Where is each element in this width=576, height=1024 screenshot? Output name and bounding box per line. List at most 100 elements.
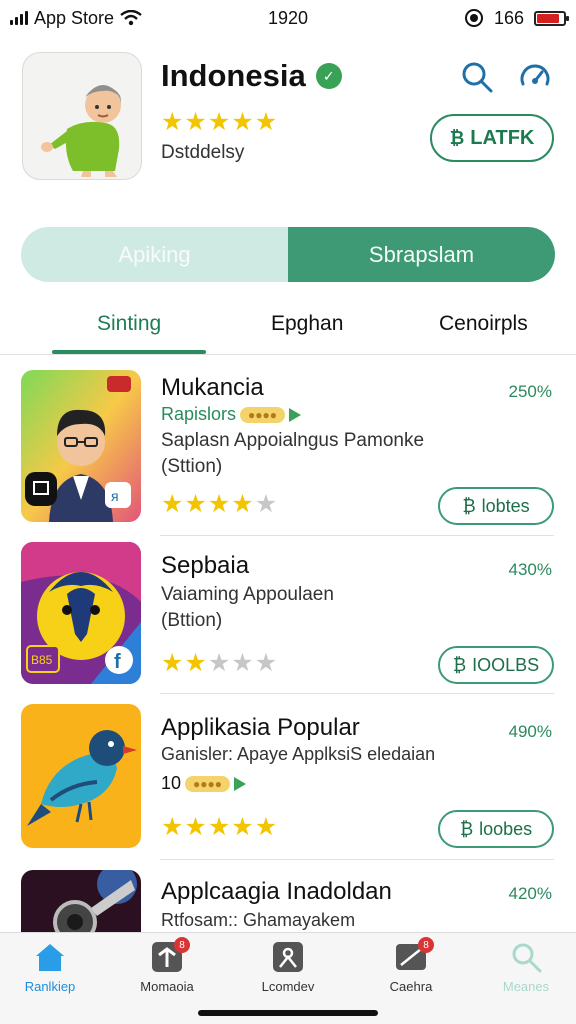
svg-text:f: f xyxy=(114,651,121,673)
businessman-illustration: ᴙ xyxy=(21,370,141,522)
item-percent: 250% xyxy=(508,382,552,401)
item-note: (Sttion) xyxy=(161,456,223,477)
star-icon: ★ xyxy=(254,649,278,677)
item-get-button[interactable]: ₿ lobtes xyxy=(438,487,554,525)
verified-icon: ✓ xyxy=(315,63,342,89)
star-icon: ★ xyxy=(184,108,207,136)
tab-bar-top: Sinting Epghan Cenoirpls xyxy=(0,300,576,355)
star-icon: ★ xyxy=(231,108,254,136)
item-thumbnail: ᴙ xyxy=(21,370,141,522)
status-right: 166 xyxy=(464,7,569,29)
segment-first[interactable]: Apiking xyxy=(21,227,288,282)
app-icon[interactable] xyxy=(22,52,142,180)
item-rating: ★ ★ ★ ★ ★ xyxy=(161,815,277,840)
star-icon: ★ xyxy=(184,813,207,841)
apps-icon: 8 xyxy=(150,937,190,973)
item-percent: 430% xyxy=(508,560,552,579)
star-icon: ★ xyxy=(161,490,184,518)
item-note: (Bttion) xyxy=(161,610,223,631)
tab-cenoirpls[interactable]: Cenoirpls xyxy=(439,312,528,336)
camera-illustration xyxy=(21,870,141,932)
svg-text:B85: B85 xyxy=(31,653,53,667)
get-button[interactable]: ₿ LATFK xyxy=(430,114,554,162)
signal-icon xyxy=(10,11,28,25)
list-item[interactable]: Applcaagia Inadoldan 420% Rtfosam:: Gham… xyxy=(0,860,576,932)
tabbar-item-search[interactable]: Meanes xyxy=(476,941,576,994)
item-rating: ★ ★ ★ ★ ★ xyxy=(161,651,277,676)
download-icon: ₿ xyxy=(449,127,465,148)
get-button-label: LATFK xyxy=(470,126,535,149)
item-thumbnail xyxy=(21,704,141,848)
item-tagline-text: Rapislors xyxy=(161,404,237,424)
app-header: Indonesia ✓ ★ ★ ★ ★ ★ Dstddelsy ₿ LATFK xyxy=(22,52,554,182)
gauge-icon[interactable] xyxy=(518,60,552,94)
notification-badge: 8 xyxy=(174,937,190,953)
notification-badge: 8 xyxy=(418,937,434,953)
search-icon[interactable] xyxy=(460,60,494,94)
arrow-icon xyxy=(234,776,247,791)
item-tagline: Rapislors ●●●● xyxy=(161,404,302,425)
star-icon: ★ xyxy=(207,813,231,841)
item-get-button[interactable]: ₿ loobes xyxy=(438,810,554,848)
list-item[interactable]: B85 f Sepbaia 430% Vaiaming Appoulaen (B… xyxy=(0,536,576,694)
item-description: Saplasn Appoialngus Pamonke xyxy=(161,430,425,451)
star-icon: ★ xyxy=(184,490,207,518)
star-icon: ★ xyxy=(207,108,231,136)
games-icon xyxy=(271,941,305,973)
promo-pill: ●●●● xyxy=(240,406,286,423)
tabbar-item-apps[interactable]: 8 Momaoia xyxy=(117,937,217,994)
item-thumbnail xyxy=(21,870,141,932)
home-icon xyxy=(33,941,67,973)
list-item[interactable]: ᴙ Mukancia 250% Rapislors ●●●● Saplasn A… xyxy=(0,368,576,536)
star-icon: ★ xyxy=(184,649,207,677)
list-item[interactable]: Applikasia Popular 490% Ganisler: Apaye … xyxy=(0,694,576,860)
star-icon: ★ xyxy=(231,649,254,677)
star-icon: ★ xyxy=(254,813,278,841)
tab-sinting[interactable]: Sinting xyxy=(97,312,161,336)
item-get-button[interactable]: ₿ IOOLBS xyxy=(438,646,554,684)
item-description: Rtfosam:: Ghamayakem xyxy=(161,910,356,930)
app-rating: ★ ★ ★ ★ ★ xyxy=(161,110,277,135)
download-icon: ₿ xyxy=(459,818,474,839)
segment-second[interactable]: Sbrapslam xyxy=(288,227,555,282)
item-thumbnail: B85 f xyxy=(21,542,141,684)
app-subtitle: Dstddelsy xyxy=(161,142,245,163)
item-button-label: loobes xyxy=(479,818,533,839)
star-icon: ★ xyxy=(231,813,254,841)
item-title: Applcaagia Inadoldan xyxy=(161,878,392,905)
tabbar-label: Caehra xyxy=(389,979,433,994)
battery-percent: 166 xyxy=(493,7,524,28)
svg-text:ᴙ: ᴙ xyxy=(111,488,119,504)
grandma-illustration xyxy=(41,85,121,177)
tab-epghan[interactable]: Epghan xyxy=(271,312,343,336)
download-icon: ₿ xyxy=(462,495,476,516)
tabbar-label: Ranlkiep xyxy=(24,979,76,994)
item-tagline: 10 ●●●● xyxy=(161,773,247,794)
tabbar-label: Lcomdev xyxy=(261,979,315,994)
tabbar-item-updates[interactable]: 8 Caehra xyxy=(361,937,461,994)
segmented-control: Apiking Sbrapslam xyxy=(21,227,555,282)
bluebird-illustration xyxy=(21,704,141,848)
promo-pill: ●●●● xyxy=(185,775,231,792)
updates-icon: 8 xyxy=(394,937,434,973)
home-indicator xyxy=(198,1010,378,1016)
carrier-label: App Store xyxy=(34,7,115,28)
tabbar-item-ranking[interactable]: Ranlkiep xyxy=(0,941,100,994)
star-icon: ★ xyxy=(161,649,184,677)
app-title-row: Indonesia ✓ xyxy=(161,58,342,94)
star-icon: ★ xyxy=(254,490,278,518)
item-tagline-text: 10 xyxy=(161,773,182,793)
wifi-icon xyxy=(120,10,142,26)
item-description: Vaiaming Appoulaen xyxy=(161,584,334,605)
tabbar-label: Momaoia xyxy=(140,979,194,994)
tabbar-item-games[interactable]: Lcomdev xyxy=(238,941,338,994)
star-icon: ★ xyxy=(161,813,184,841)
arrow-icon xyxy=(289,407,302,422)
tab-active-indicator xyxy=(52,350,206,354)
item-title: Applikasia Popular xyxy=(161,714,360,741)
item-rating: ★ ★ ★ ★ ★ xyxy=(161,492,277,517)
star-icon: ★ xyxy=(207,649,231,677)
star-icon: ★ xyxy=(231,490,254,518)
star-icon: ★ xyxy=(254,108,278,136)
star-icon: ★ xyxy=(161,108,184,136)
